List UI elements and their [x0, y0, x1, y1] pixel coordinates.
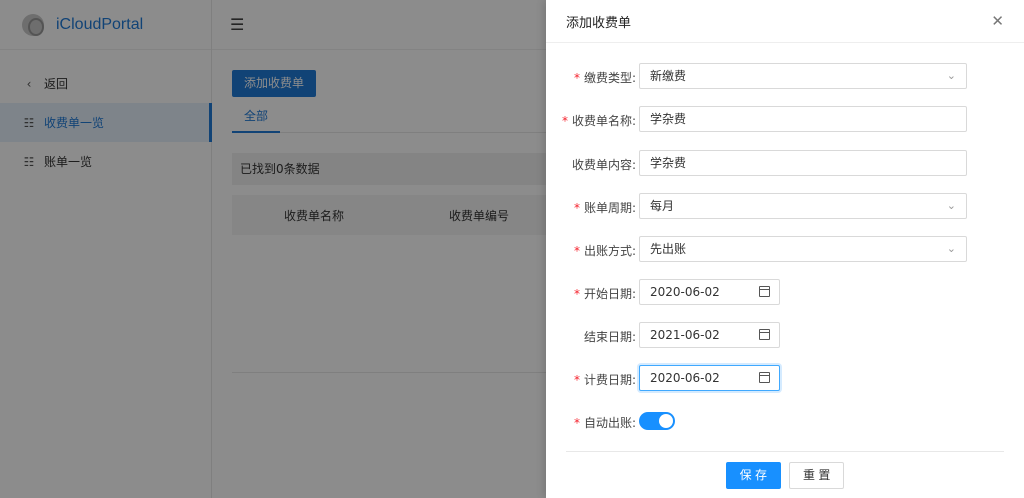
form-row-bill-period: * 账单周期: 每月 ⌄ [546, 193, 1024, 221]
calendar-icon [759, 329, 770, 340]
billing-method-label: * 出账方式: [574, 242, 636, 259]
start-date-value: 2020-06-02 [650, 285, 720, 299]
fee-bill-form: * 缴费类型: 新缴费 ⌄ * 收费单名称: 学杂费 收费单内容: 学杂费 * 账单周… [546, 43, 1024, 453]
bill-period-select[interactable]: 每月 ⌄ [639, 193, 967, 219]
bill-name-value: 学杂费 [650, 112, 687, 126]
auto-billing-label-text: 自动出账: [583, 416, 636, 430]
toggle-knob [659, 414, 673, 428]
chevron-down-icon: ⌄ [946, 199, 956, 212]
charge-date-picker[interactable]: 2020-06-02 [639, 365, 780, 391]
calendar-icon [759, 372, 770, 383]
charge-date-label-text: 计费日期: [583, 373, 636, 387]
form-row-fee-type: * 缴费类型: 新缴费 ⌄ [546, 63, 1024, 91]
calendar-icon [759, 286, 770, 297]
bill-name-label: * 收费单名称: [562, 112, 636, 129]
chevron-down-icon: ⌄ [946, 69, 956, 82]
bill-period-label: * 账单周期: [574, 199, 636, 216]
drawer-title: 添加收费单 [566, 15, 632, 31]
required-mark: * [573, 244, 580, 258]
chevron-down-icon: ⌄ [946, 242, 956, 255]
bill-name-input[interactable]: 学杂费 [639, 106, 967, 132]
form-row-end-date: 结束日期: 2021-06-02 [546, 322, 1024, 350]
form-row-billing-method: * 出账方式: 先出账 ⌄ [546, 236, 1024, 264]
required-mark: * [573, 373, 580, 387]
form-row-auto-billing: * 自动出账: [546, 408, 1024, 436]
form-row-bill-content: 收费单内容: 学杂费 [546, 150, 1024, 178]
billing-method-label-text: 出账方式: [583, 244, 636, 258]
auto-billing-toggle[interactable] [639, 412, 675, 430]
reset-button[interactable]: 重 置 [789, 461, 845, 489]
start-date-label-text: 开始日期: [583, 287, 636, 301]
fee-type-select[interactable]: 新缴费 ⌄ [639, 63, 967, 89]
bill-content-label: 收费单内容: [571, 158, 636, 172]
drawer-footer: 保 存 重 置 [566, 451, 1004, 498]
required-mark: * [573, 416, 580, 430]
drawer-header: 添加收费单 ✕ [546, 0, 1024, 43]
start-date-label: * 开始日期: [574, 285, 636, 302]
end-date-picker[interactable]: 2021-06-02 [639, 322, 780, 348]
fee-type-label: * 缴费类型: [574, 69, 636, 86]
bill-content-input[interactable]: 学杂费 [639, 150, 967, 176]
end-date-label: 结束日期: [583, 330, 636, 344]
bill-content-value: 学杂费 [650, 156, 687, 170]
required-mark: * [573, 201, 580, 215]
required-mark: * [573, 71, 580, 85]
required-mark: * [573, 287, 580, 301]
bill-period-label-text: 账单周期: [583, 201, 636, 215]
billing-method-select[interactable]: 先出账 ⌄ [639, 236, 967, 262]
billing-method-value: 先出账 [650, 242, 687, 256]
form-row-start-date: * 开始日期: 2020-06-02 [546, 279, 1024, 307]
close-icon[interactable]: ✕ [991, 12, 1004, 30]
bill-name-label-text: 收费单名称: [571, 114, 636, 128]
save-button[interactable]: 保 存 [725, 461, 781, 489]
required-mark: * [561, 114, 568, 128]
bill-period-value: 每月 [650, 199, 675, 213]
start-date-picker[interactable]: 2020-06-02 [639, 279, 780, 305]
charge-date-value: 2020-06-02 [650, 371, 720, 385]
fee-type-value: 新缴费 [650, 69, 687, 83]
end-date-value: 2021-06-02 [650, 328, 720, 342]
auto-billing-label: * 自动出账: [574, 414, 636, 431]
form-row-bill-name: * 收费单名称: 学杂费 [546, 106, 1024, 134]
form-row-charge-date: * 计费日期: 2020-06-02 [546, 365, 1024, 393]
add-fee-bill-drawer: 添加收费单 ✕ * 缴费类型: 新缴费 ⌄ * 收费单名称: 学杂费 收费单内容: … [546, 0, 1024, 498]
fee-type-label-text: 缴费类型: [583, 71, 636, 85]
charge-date-label: * 计费日期: [574, 371, 636, 388]
